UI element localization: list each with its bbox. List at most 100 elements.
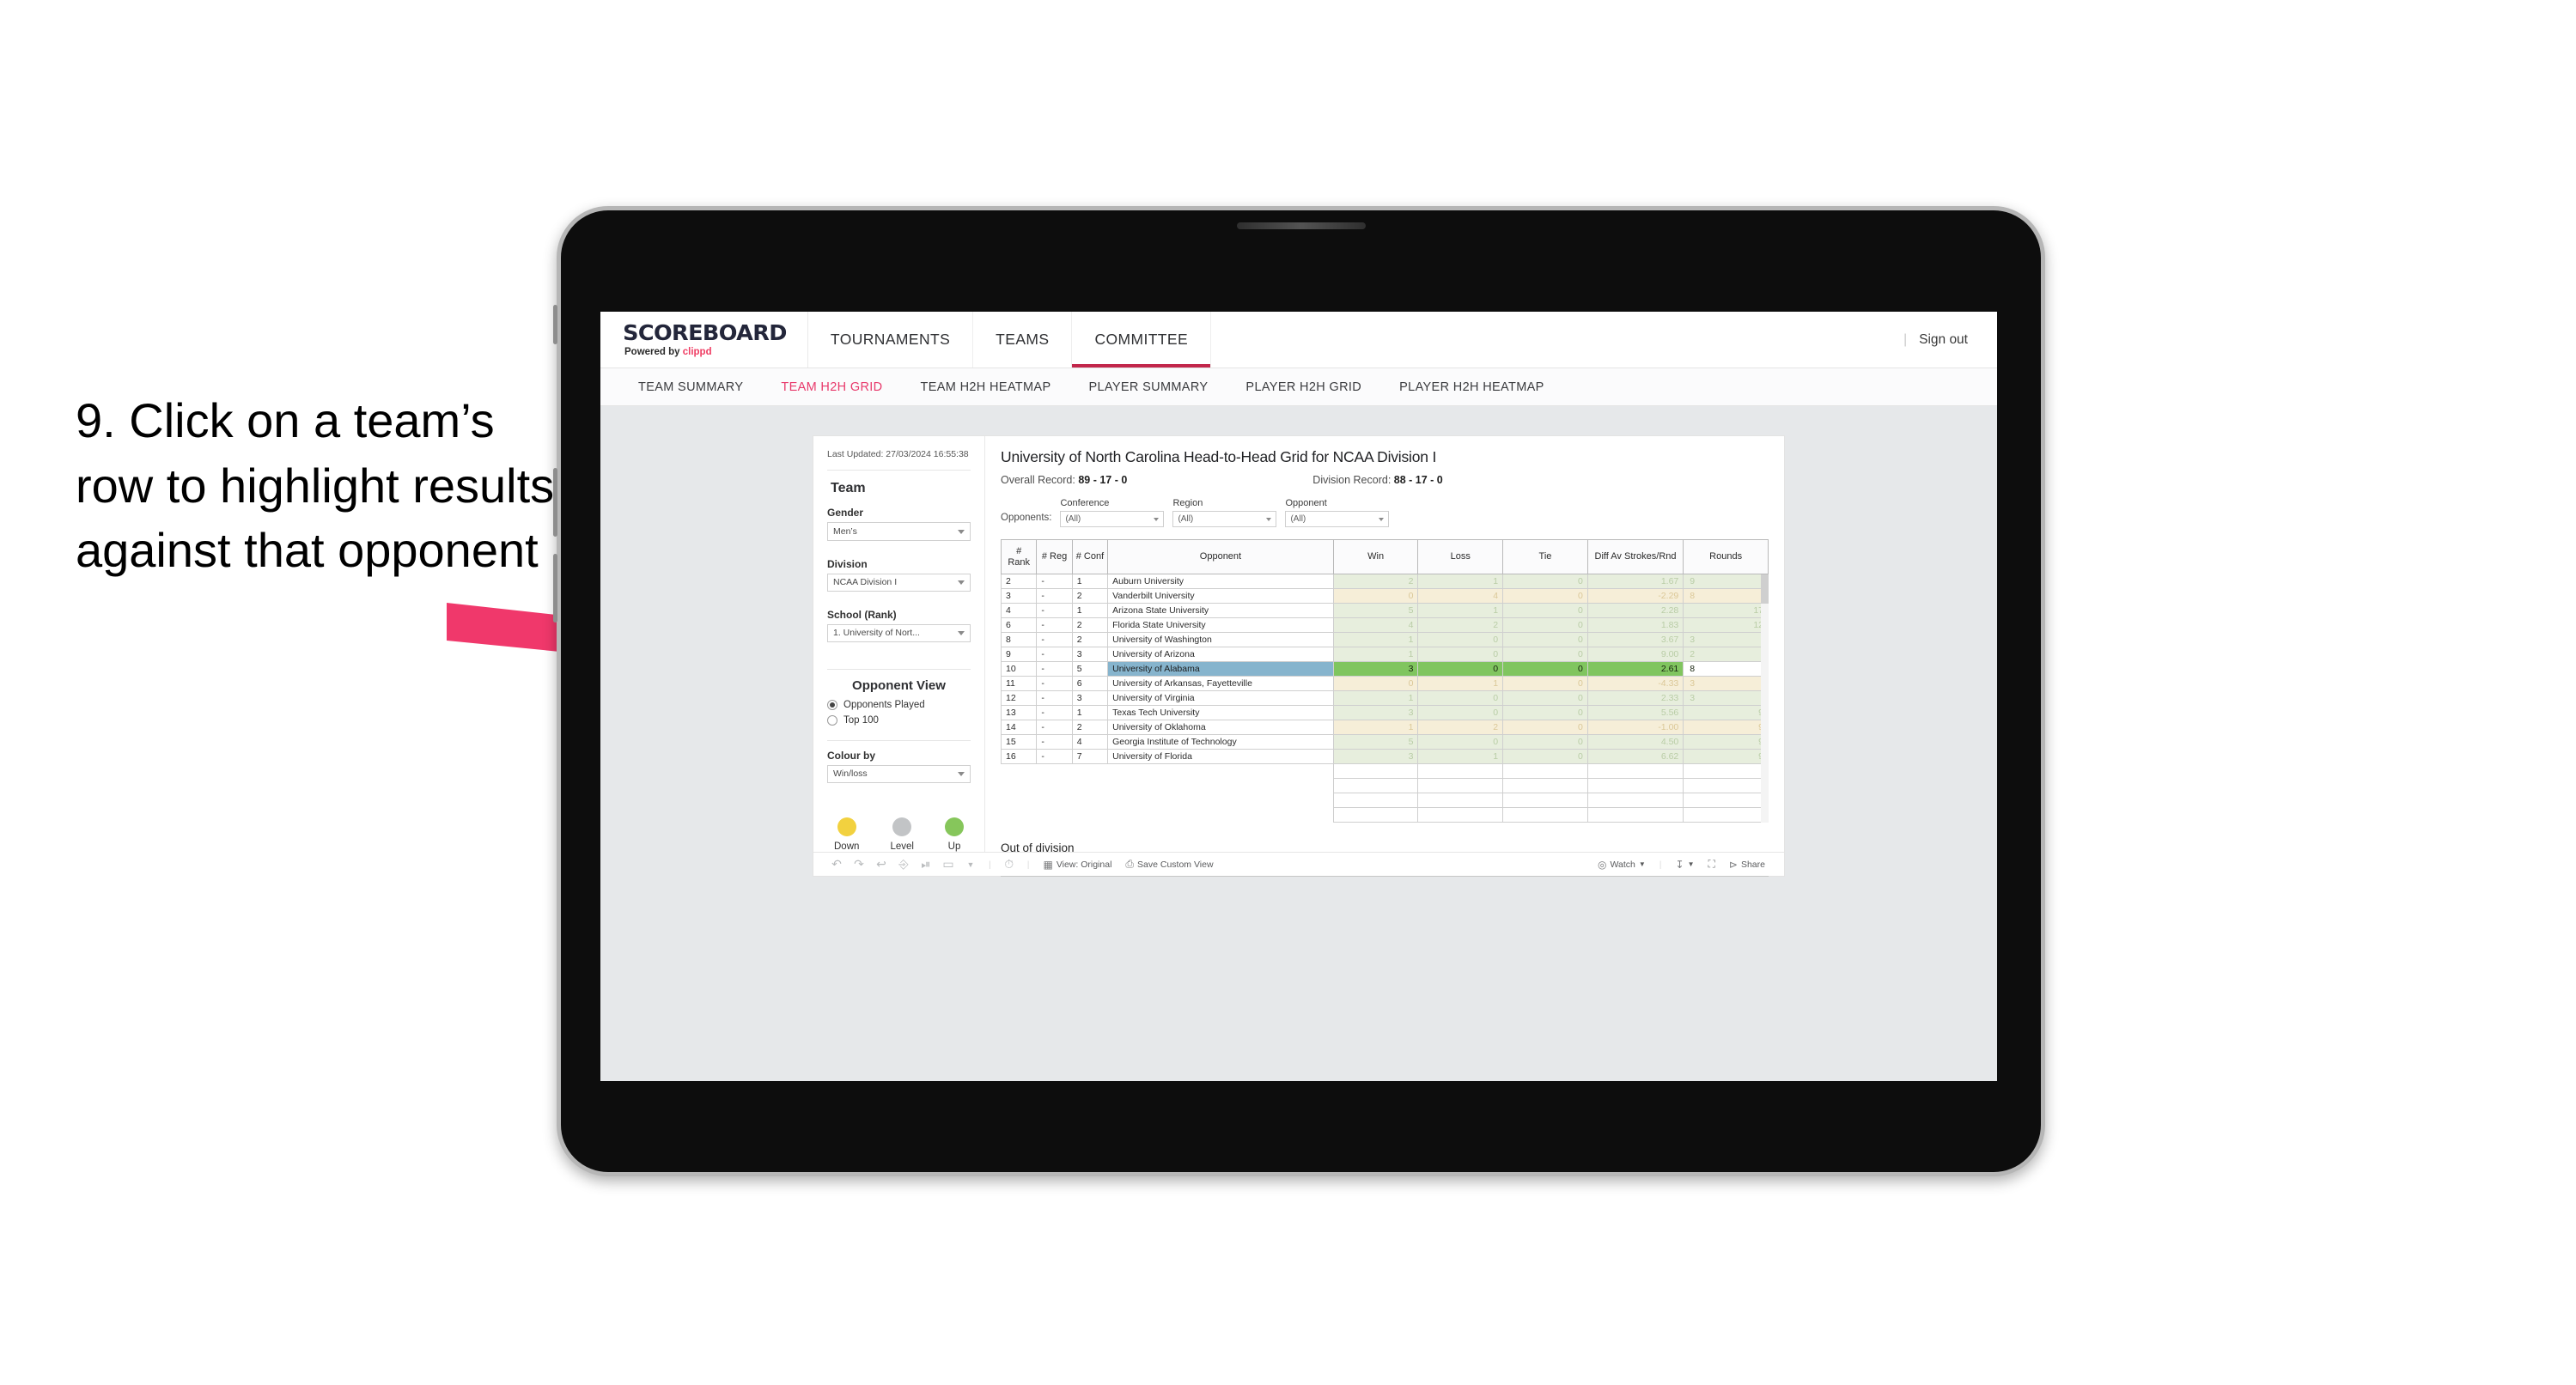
cell-loss: 1 bbox=[1417, 603, 1504, 618]
cell-opponent: University of Florida bbox=[1107, 749, 1334, 764]
filter-conference-label: Conference bbox=[1060, 498, 1110, 508]
cell-tie: 0 bbox=[1502, 705, 1588, 720]
tablet-device: SCOREBOARD Powered by clippd TOURNAMENTS… bbox=[553, 206, 2045, 1176]
cell-rounds: 8 bbox=[1683, 661, 1769, 677]
colour-by-select[interactable]: Win/loss bbox=[827, 764, 971, 783]
cell-win: 0 bbox=[1332, 676, 1419, 691]
table-filler-row bbox=[1001, 763, 1769, 779]
records-row: Overall Record: 89 - 17 - 0 Division Rec… bbox=[1001, 474, 1769, 486]
cell-conf: 5 bbox=[1071, 661, 1109, 677]
tablet-button-power bbox=[553, 305, 557, 344]
chevron-down-icon[interactable]: ▼ bbox=[959, 860, 982, 869]
table-scrollbar-thumb[interactable] bbox=[1761, 574, 1769, 604]
undo-icon[interactable]: ↶ bbox=[825, 857, 848, 872]
cell-conf: 2 bbox=[1071, 588, 1109, 604]
filter-opponent-select[interactable]: (All) bbox=[1285, 511, 1390, 527]
sign-out-link[interactable]: Sign out bbox=[1919, 332, 1968, 348]
filler-cell bbox=[1417, 763, 1504, 779]
table-row[interactable]: 12-3 University of Virginia 1 0 0 2.33 3 bbox=[1000, 690, 1769, 706]
table-row[interactable]: 3-2 Vanderbilt University 0 4 0 -2.29 8 bbox=[1000, 588, 1769, 604]
panel-divider-1 bbox=[827, 470, 971, 471]
rectangle-select-icon[interactable]: ▭ bbox=[937, 857, 959, 872]
school-select[interactable]: 1. University of Nort... bbox=[827, 623, 971, 642]
radio-top-100[interactable]: Top 100 bbox=[827, 714, 971, 726]
nav-tab-teams[interactable]: TEAMS bbox=[973, 312, 1073, 368]
save-custom-view-button[interactable]: ⎙ Save Custom View bbox=[1118, 858, 1220, 871]
nav-tab-tournaments[interactable]: TOURNAMENTS bbox=[808, 312, 974, 368]
cell-win: 3 bbox=[1332, 661, 1419, 677]
cell-opponent: Auburn University bbox=[1107, 574, 1334, 589]
table-row[interactable]: 9-3 University of Arizona 1 0 0 9.00 2 bbox=[1000, 647, 1769, 662]
cell-conf: 3 bbox=[1071, 647, 1109, 662]
cell-rounds: 9 bbox=[1683, 749, 1769, 764]
radio-opponents-played[interactable]: Opponents Played bbox=[827, 699, 971, 710]
overall-record-value: 89 - 17 - 0 bbox=[1078, 474, 1128, 486]
table-row[interactable]: 13-1Texas Tech University3005.569 bbox=[1000, 705, 1769, 720]
watch-icon: ◎ bbox=[1598, 858, 1607, 871]
legend-item-down: Down bbox=[834, 817, 859, 852]
cell-tie: 0 bbox=[1502, 749, 1588, 764]
subtab-player-summary[interactable]: PLAYER SUMMARY bbox=[1069, 380, 1227, 394]
filter-region-select[interactable]: (All) bbox=[1172, 511, 1277, 527]
save-custom-view-label: Save Custom View bbox=[1137, 859, 1214, 870]
cell-loss: 0 bbox=[1417, 632, 1504, 647]
subtab-player-h2h-grid[interactable]: PLAYER H2H GRID bbox=[1227, 380, 1380, 394]
filler-cell bbox=[1502, 763, 1588, 779]
revert-icon[interactable]: ↩ bbox=[870, 857, 892, 872]
filter-region: Region (All) bbox=[1172, 498, 1277, 527]
toolbar-divider-2: | bbox=[1026, 859, 1030, 870]
share-label: Share bbox=[1740, 859, 1765, 870]
subtab-player-h2h-heatmap[interactable]: PLAYER H2H HEATMAP bbox=[1380, 380, 1563, 394]
chevron-down-icon bbox=[958, 771, 965, 776]
filler-cell bbox=[1107, 778, 1334, 793]
col-tie: Tie bbox=[1502, 539, 1588, 574]
share-button[interactable]: ⊳ Share bbox=[1722, 859, 1772, 871]
table-row[interactable]: 15-4 Georgia Institute of Technology 5 0 0 4.… bbox=[1000, 734, 1769, 750]
filter-conference: Conference (All) bbox=[1060, 498, 1165, 527]
gender-label: Gender bbox=[827, 507, 864, 519]
subtab-team-h2h-grid[interactable]: TEAM H2H GRID bbox=[762, 380, 901, 394]
opponent-view-heading: Opponent View bbox=[852, 677, 946, 693]
table-row[interactable]: 11-6 University of Arkansas, Fayetteville… bbox=[1000, 676, 1769, 691]
refresh-icon[interactable]: ⎆ bbox=[892, 857, 915, 872]
table-scrollbar-track[interactable] bbox=[1761, 574, 1769, 823]
fullscreen-button[interactable]: ⛶ bbox=[1702, 858, 1722, 871]
cell-tie: 0 bbox=[1502, 603, 1588, 618]
gender-select[interactable]: Men’s bbox=[827, 522, 971, 541]
division-select[interactable]: NCAA Division I bbox=[827, 573, 971, 592]
filler-cell bbox=[1417, 793, 1504, 808]
cell-diff: 2.28 bbox=[1586, 603, 1684, 618]
redo-icon[interactable]: ↷ bbox=[848, 857, 870, 872]
cell-tie: 0 bbox=[1502, 574, 1588, 589]
filter-conference-select[interactable]: (All) bbox=[1060, 511, 1165, 527]
primary-nav: TOURNAMENTS TEAMS COMMITTEE bbox=[808, 312, 1212, 368]
subtab-team-summary[interactable]: TEAM SUMMARY bbox=[619, 380, 762, 394]
cell-rounds: 12 bbox=[1683, 617, 1769, 633]
table-row[interactable]: 6-2 Florida State University 4 2 0 1.83 12 bbox=[1000, 617, 1769, 633]
table-row[interactable]: 14-2University of Oklahoma120-1.009 bbox=[1000, 720, 1769, 735]
nav-tab-committee[interactable]: COMMITTEE bbox=[1072, 312, 1212, 368]
table-row[interactable]: 4-1 Arizona State University 5 1 0 2.28 17 bbox=[1000, 603, 1769, 618]
watch-button[interactable]: ◎ Watch ▼ bbox=[1591, 859, 1653, 871]
cell-reg: - bbox=[1036, 617, 1073, 633]
cell-tie: 0 bbox=[1502, 690, 1588, 706]
viz-toolbar: ↶ ↷ ↩ ⎆ ⏯ ▭ ▼ | ⏱ | ▦ View: Original ⎙ S… bbox=[813, 852, 1784, 876]
table-row[interactable]: 16-7University of Florida3106.629 bbox=[1000, 749, 1769, 764]
pause-updates-icon[interactable]: ⏯ bbox=[915, 857, 937, 872]
clock-history-icon[interactable]: ⏱ bbox=[998, 857, 1020, 872]
legend-dot-level-icon bbox=[892, 817, 912, 836]
download-button[interactable]: ↧ ▼ bbox=[1669, 859, 1702, 871]
cell-loss: 2 bbox=[1417, 617, 1504, 633]
dashboard-content: Last Updated: 27/03/2024 16:55:38 Team G… bbox=[600, 406, 1997, 1081]
brand-sub-prefix: Powered by bbox=[624, 347, 683, 357]
table-row[interactable]: 8-2 University of Washington 1 0 0 3.67 3 bbox=[1000, 632, 1769, 647]
filler-cell bbox=[1417, 778, 1504, 793]
toolbar-divider-1: | bbox=[989, 859, 991, 870]
table-row[interactable]: 2-1 Auburn University 2 1 0 1.67 9 bbox=[1000, 574, 1769, 589]
brand-subtitle: Powered by clippd bbox=[624, 347, 785, 357]
view-original-button[interactable]: ▦ View: Original bbox=[1036, 859, 1118, 871]
table-row[interactable]: 10-5 University of Alabama 3 0 0 2.61 8 bbox=[1000, 661, 1769, 677]
subtab-team-h2h-heatmap[interactable]: TEAM H2H HEATMAP bbox=[902, 380, 1070, 394]
cell-opponent: University of Arkansas, Fayetteville bbox=[1107, 676, 1334, 691]
tablet-camera-strip bbox=[1236, 222, 1366, 229]
